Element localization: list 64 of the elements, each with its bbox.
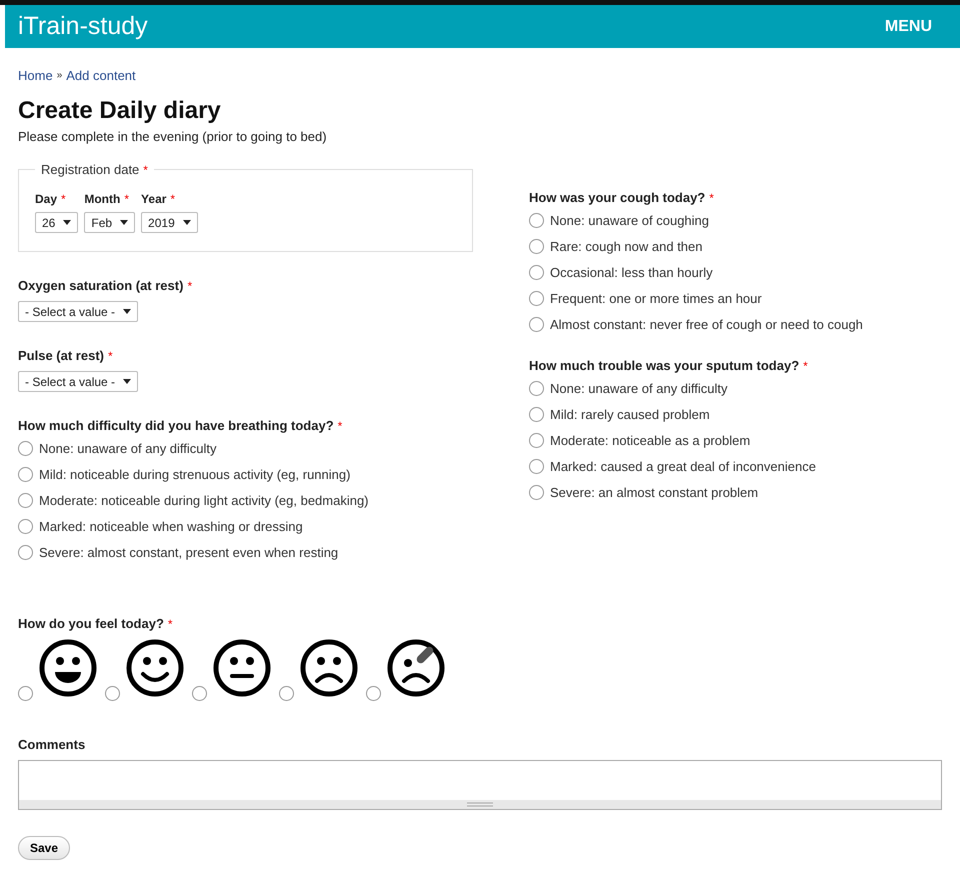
select-field[interactable]: Feb (84, 212, 136, 233)
field-label: Comments (18, 737, 86, 752)
field-label: How much difficulty did you have breathing today? (18, 418, 334, 433)
select-field[interactable]: - Select a value - (18, 371, 138, 392)
breadcrumb-separator: » (56, 70, 62, 81)
required-mark: * (61, 192, 66, 206)
fieldset-legend: Registration date (41, 162, 140, 177)
field-label: How much trouble was your sputum today? (529, 358, 800, 373)
field-label: Oxygen saturation (at rest) (18, 278, 184, 293)
required-mark: * (168, 617, 173, 631)
neutral-face-icon (213, 639, 271, 697)
radio-button[interactable] (105, 686, 120, 701)
field-label: Year (141, 192, 166, 206)
breadcrumb-link[interactable]: Add content (66, 68, 136, 83)
select-field[interactable]: 26 (35, 212, 78, 233)
required-mark: * (170, 192, 176, 206)
select-field[interactable]: 2019 (141, 212, 198, 233)
radio-option[interactable]: Mild: rarely caused problem (529, 407, 929, 422)
sad-face-icon (300, 639, 358, 697)
required-mark: * (124, 192, 130, 206)
grip-icon (467, 802, 493, 807)
radio-option[interactable]: Occasional: less than hourly (529, 265, 929, 280)
page-title: Create Daily diary (18, 97, 222, 125)
radio-option[interactable]: Severe: almost constant, present even when resting (18, 545, 473, 560)
save-button[interactable]: Save (18, 836, 70, 860)
radio-button[interactable] (192, 686, 207, 701)
radio-option[interactable]: Mild: noticeable during strenuous activity (eg, running) (18, 467, 473, 482)
required-mark: * (187, 279, 192, 293)
field-label: How do you feel today? (18, 616, 164, 631)
radio-option[interactable]: Frequent: one or more times an hour (529, 291, 929, 306)
radio-option[interactable]: Moderate: noticeable as a problem (529, 433, 929, 448)
required-mark: * (338, 419, 342, 433)
radio-option[interactable]: Almost constant: never free of cough or need to cough (529, 317, 929, 332)
bandaged-face-icon (387, 639, 445, 697)
radio-button[interactable] (279, 686, 294, 701)
radio-option[interactable]: None: unaware of coughing (529, 213, 929, 228)
field-label: Day (35, 192, 58, 206)
required-mark: * (108, 349, 113, 363)
radio-option[interactable]: Severe: an almost constant problem (529, 485, 929, 500)
radio-option[interactable]: None: unaware of any difficulty (529, 381, 929, 396)
comments-field[interactable] (18, 760, 942, 810)
radio-option[interactable]: Marked: noticeable when washing or dressing (18, 519, 473, 534)
field-label: Month (84, 192, 120, 206)
caret-icon (123, 309, 132, 314)
radio-option[interactable]: Marked: caused a great deal of inconvenience (529, 459, 929, 474)
smiling-face-icon (126, 639, 184, 697)
required-mark: * (709, 191, 714, 205)
caret-icon (63, 220, 72, 225)
page-subtitle: Please complete in the evening (prior to going to bed) (18, 129, 328, 144)
select-field[interactable]: - Select a value - (18, 301, 138, 322)
radio-button[interactable] (18, 686, 33, 701)
caret-icon (123, 379, 132, 384)
caret-icon (120, 220, 128, 225)
required-mark: * (143, 163, 148, 177)
radio-option[interactable]: None: unaware of any difficulty (18, 441, 473, 456)
required-mark: * (803, 359, 808, 373)
radio-option[interactable]: Moderate: noticeable during light activity (eg, bedmaking) (18, 493, 473, 508)
grinning-face-icon (39, 639, 97, 697)
breadcrumb-link[interactable]: Home (18, 68, 53, 83)
caret-icon (182, 220, 191, 225)
field-label: Pulse (at rest) (18, 348, 104, 363)
field-label: How was your cough today? (529, 190, 706, 205)
radio-button[interactable] (366, 686, 381, 701)
radio-option[interactable]: Rare: cough now and then (529, 239, 929, 254)
